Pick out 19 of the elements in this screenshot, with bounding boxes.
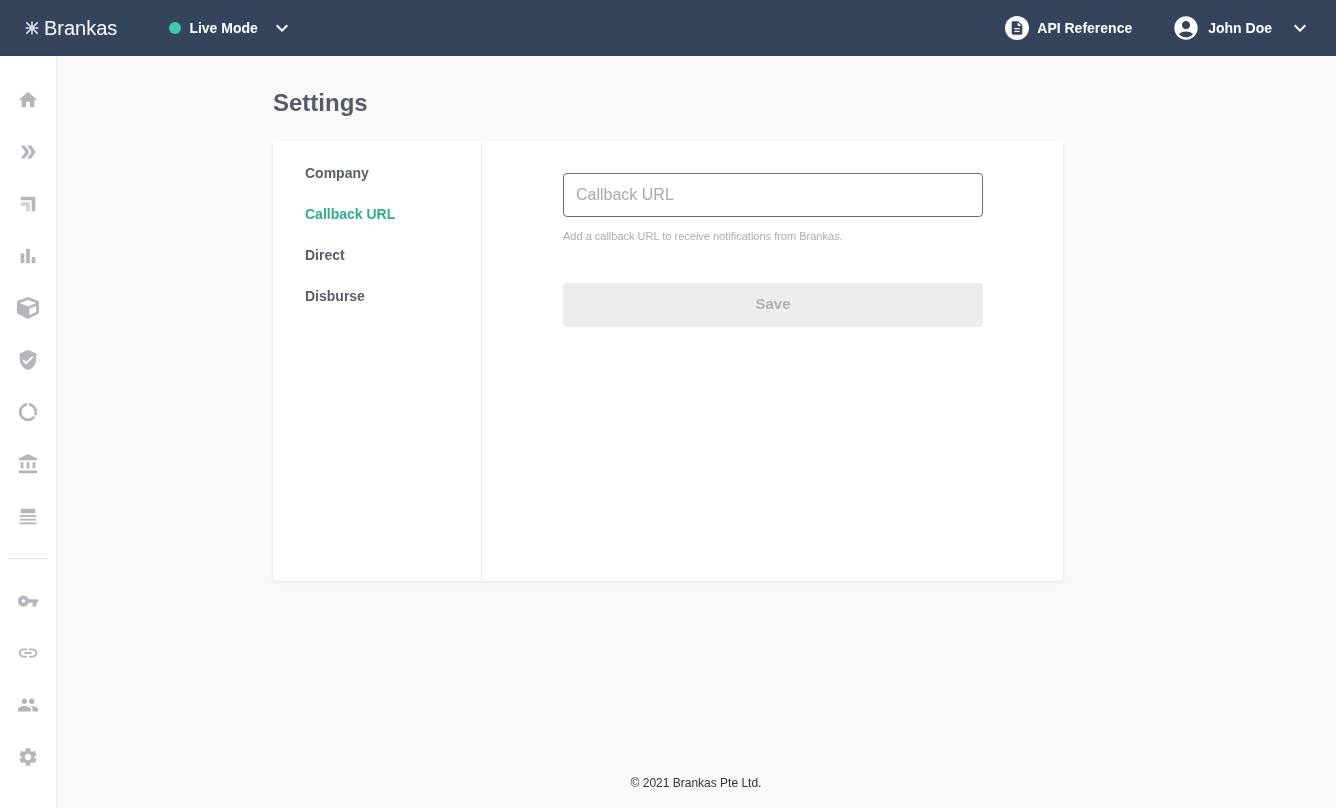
mode-selector[interactable]: Live Mode (169, 16, 294, 40)
page-title: Settings (273, 88, 369, 118)
user-menu[interactable]: John Doe (1172, 14, 1312, 42)
settings-tab[interactable]: Disburse (305, 286, 481, 307)
copyright: © 2021 Brankas Pte Ltd. (630, 775, 762, 792)
api-reference-link[interactable]: API Reference (1005, 16, 1133, 40)
settings-tab[interactable]: Direct (305, 245, 481, 266)
shield-check-icon (17, 349, 39, 371)
ring-chart-icon (17, 401, 39, 423)
bank-icon (17, 453, 39, 475)
field-hint: Add a callback URL to receive notifications from Brankas. (563, 229, 844, 244)
document-icon (1005, 16, 1030, 40)
logo-icon (24, 20, 40, 36)
settings-icon (17, 746, 39, 768)
cube-icon (17, 297, 39, 319)
callback-url-field[interactable]: Callback URL (563, 173, 983, 217)
settings-tab[interactable]: Company (305, 163, 481, 184)
avatar-icon (1172, 14, 1201, 42)
brand-name: Brankas (44, 16, 118, 41)
